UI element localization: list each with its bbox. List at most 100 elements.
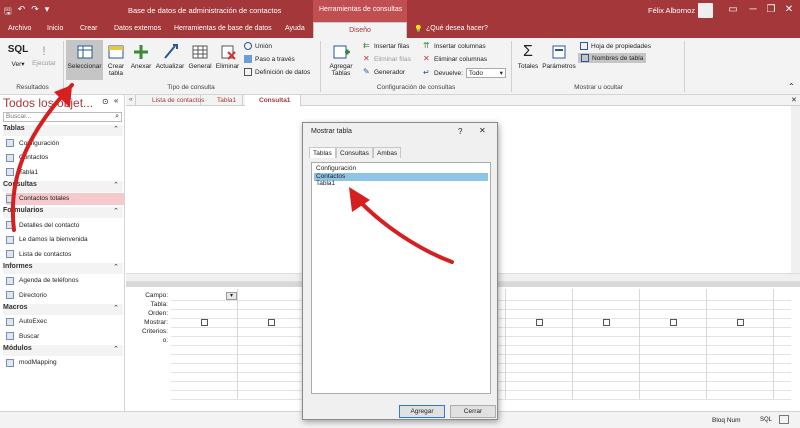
agregar-button[interactable]: Agregar xyxy=(399,405,445,418)
group-separator xyxy=(511,41,512,92)
nav-group-header[interactable]: Consultas ⌃ xyxy=(3,180,123,192)
eliminar-columnas-button[interactable]: ✕ Eliminar columnas xyxy=(423,55,487,63)
nav-item[interactable]: modMapping xyxy=(6,357,124,369)
eliminar-button[interactable]: Eliminar xyxy=(214,43,241,70)
close-doc-icon[interactable]: ✕ xyxy=(791,96,797,104)
grid-column[interactable] xyxy=(640,289,707,399)
tell-me-input[interactable]: ¿Qué desea hacer? xyxy=(426,25,488,32)
nav-item[interactable]: Directorio xyxy=(6,289,124,301)
general-button[interactable]: General xyxy=(187,43,213,70)
eliminar-filas-button[interactable]: ✕ Eliminar filas xyxy=(363,55,411,63)
generador-button[interactable]: ✎ Generador xyxy=(363,68,405,76)
nav-group-header[interactable]: Tablas ⌃ xyxy=(3,125,123,136)
seleccionar-button[interactable]: Seleccionar xyxy=(66,40,103,80)
tab-inicio[interactable]: Inicio xyxy=(47,25,63,32)
sql-view-button[interactable]: SQL Ver▾ xyxy=(6,44,30,68)
ribbon-display-icon[interactable]: ▭ xyxy=(724,2,742,18)
restore-button[interactable]: ❐ xyxy=(762,2,780,18)
nav-group-header[interactable]: Formularios ⌃ xyxy=(3,207,123,218)
definicion-datos-button[interactable]: Definición de datos xyxy=(244,68,310,76)
close-button[interactable]: ✕ xyxy=(780,2,798,18)
design-view-icon[interactable] xyxy=(779,415,789,424)
show-checkbox[interactable] xyxy=(670,319,677,326)
ejecutar-button[interactable]: ! Ejecutar xyxy=(30,44,58,67)
hoja-propiedades-button[interactable]: Hoja de propiedades xyxy=(580,42,651,50)
nav-title[interactable]: Todos los objet... xyxy=(3,96,93,110)
crear-tabla-button[interactable]: Crear tabla xyxy=(105,43,127,77)
grid-column[interactable] xyxy=(238,289,305,399)
append-icon xyxy=(134,45,148,59)
vertical-scrollbar[interactable] xyxy=(791,106,800,273)
nombres-tabla-button[interactable]: Nombres de tabla xyxy=(578,53,647,63)
dialog-close-button[interactable]: ✕ xyxy=(479,126,486,135)
nav-item[interactable]: Agenda de teléfonos xyxy=(6,275,124,287)
nav-item[interactable]: Detalles del contacto xyxy=(6,219,124,231)
grid-column[interactable] xyxy=(506,289,573,399)
tab-diseno[interactable]: Diseño xyxy=(313,22,407,38)
paso-a-traves-button[interactable]: Paso a través xyxy=(244,55,295,63)
nav-item-label: modMapping xyxy=(19,359,57,366)
nav-item[interactable]: Contactos xyxy=(6,152,124,164)
grid-column[interactable] xyxy=(707,289,774,399)
nav-item[interactable]: AutoExec xyxy=(6,316,124,328)
union-button[interactable]: Unión xyxy=(244,42,272,50)
show-checkbox[interactable] xyxy=(201,319,208,326)
nav-group-header[interactable]: Macros ⌃ xyxy=(3,303,123,315)
tab-ayuda[interactable]: Ayuda xyxy=(285,25,305,32)
grid-column[interactable] xyxy=(171,289,238,399)
show-checkbox[interactable] xyxy=(536,319,543,326)
dialog-tab-ambas[interactable]: Ambas xyxy=(373,147,402,158)
nav-item[interactable]: Configuración xyxy=(6,137,124,149)
user-name[interactable]: Félix Albornoz xyxy=(648,6,695,15)
nav-item[interactable]: Lista de contactos xyxy=(6,248,124,260)
show-checkbox[interactable] xyxy=(737,319,744,326)
nav-item[interactable]: Tabla1 xyxy=(6,166,124,178)
nav-item[interactable]: Buscar xyxy=(6,330,124,342)
anexar-button[interactable]: Anexar xyxy=(129,43,153,70)
nav-menu-icon[interactable]: ⊙ xyxy=(102,97,109,106)
dialog-tab-consultas[interactable]: Consultas xyxy=(336,147,373,158)
save-icon[interactable]: 🖫 xyxy=(4,4,12,20)
doc-tab-consulta1[interactable]: Consulta1 xyxy=(245,95,301,106)
avatar[interactable] xyxy=(698,3,713,18)
nav-group-header[interactable]: Módulos ⌃ xyxy=(3,344,123,356)
insertar-filas-button[interactable]: ⇇ Insertar filas xyxy=(363,42,409,50)
undo-icon[interactable]: ↶ xyxy=(18,4,26,20)
delete-rows-icon: ✕ xyxy=(363,54,370,63)
actualizar-button[interactable]: Actualizar xyxy=(154,43,186,70)
tab-crear[interactable]: Crear xyxy=(80,25,98,32)
tab-archivo[interactable]: Archivo xyxy=(8,25,31,32)
grid-column[interactable] xyxy=(573,289,640,399)
collapse-ribbon-icon[interactable]: ⌃ xyxy=(788,82,795,91)
table-list-item[interactable]: Tabla1 xyxy=(314,180,488,188)
nav-item[interactable]: Contactos totales xyxy=(6,192,124,205)
shutter-icon[interactable]: « xyxy=(114,96,118,105)
table-list[interactable]: Configuración Contactos Tabla1 xyxy=(311,162,491,394)
agregar-tablas-button[interactable]: Agregar Tablas xyxy=(326,43,356,77)
parametros-button[interactable]: Parámetros xyxy=(541,43,577,70)
nav-search-input[interactable]: Buscar... ⌕ xyxy=(3,112,122,122)
totales-button[interactable]: Σ Totales xyxy=(516,43,540,70)
field-dropdown-icon[interactable]: ▾ xyxy=(226,292,237,300)
devuelve-select[interactable]: Todo ▾ xyxy=(465,68,506,78)
tab-datos-externos[interactable]: Datos externos xyxy=(114,25,161,32)
status-sql-view[interactable]: SQL xyxy=(760,417,772,423)
show-checkbox[interactable] xyxy=(268,319,275,326)
help-button[interactable]: ? xyxy=(458,127,462,136)
nav-item[interactable]: Le damos la bienvenida xyxy=(6,234,124,246)
dialog-tab-tablas[interactable]: Tablas xyxy=(309,147,336,158)
insertar-columnas-button[interactable]: ⇈ Insertar columnas xyxy=(423,42,486,50)
object-icon xyxy=(6,276,14,285)
insertar-columnas-label: Insertar columnas xyxy=(434,42,486,50)
cerrar-button[interactable]: Cerrar xyxy=(450,405,496,418)
customize-qat-icon[interactable]: ▾ xyxy=(45,4,50,20)
minimize-button[interactable]: ─ xyxy=(744,2,762,18)
show-checkbox[interactable] xyxy=(603,319,610,326)
tab-herramientas-bd[interactable]: Herramientas de base de datos xyxy=(174,25,272,32)
redo-icon[interactable]: ↷ xyxy=(31,4,39,20)
nav-item-label: Tabla1 xyxy=(19,168,39,176)
doc-tab-lista-contactos[interactable]: Lista de contactos xyxy=(138,95,204,106)
doc-tab-tabla1[interactable]: Tabla1 xyxy=(203,95,243,106)
nav-group-header[interactable]: Informes ⌃ xyxy=(3,262,123,274)
doc-tabs-scroll-icon[interactable]: « xyxy=(128,95,136,106)
